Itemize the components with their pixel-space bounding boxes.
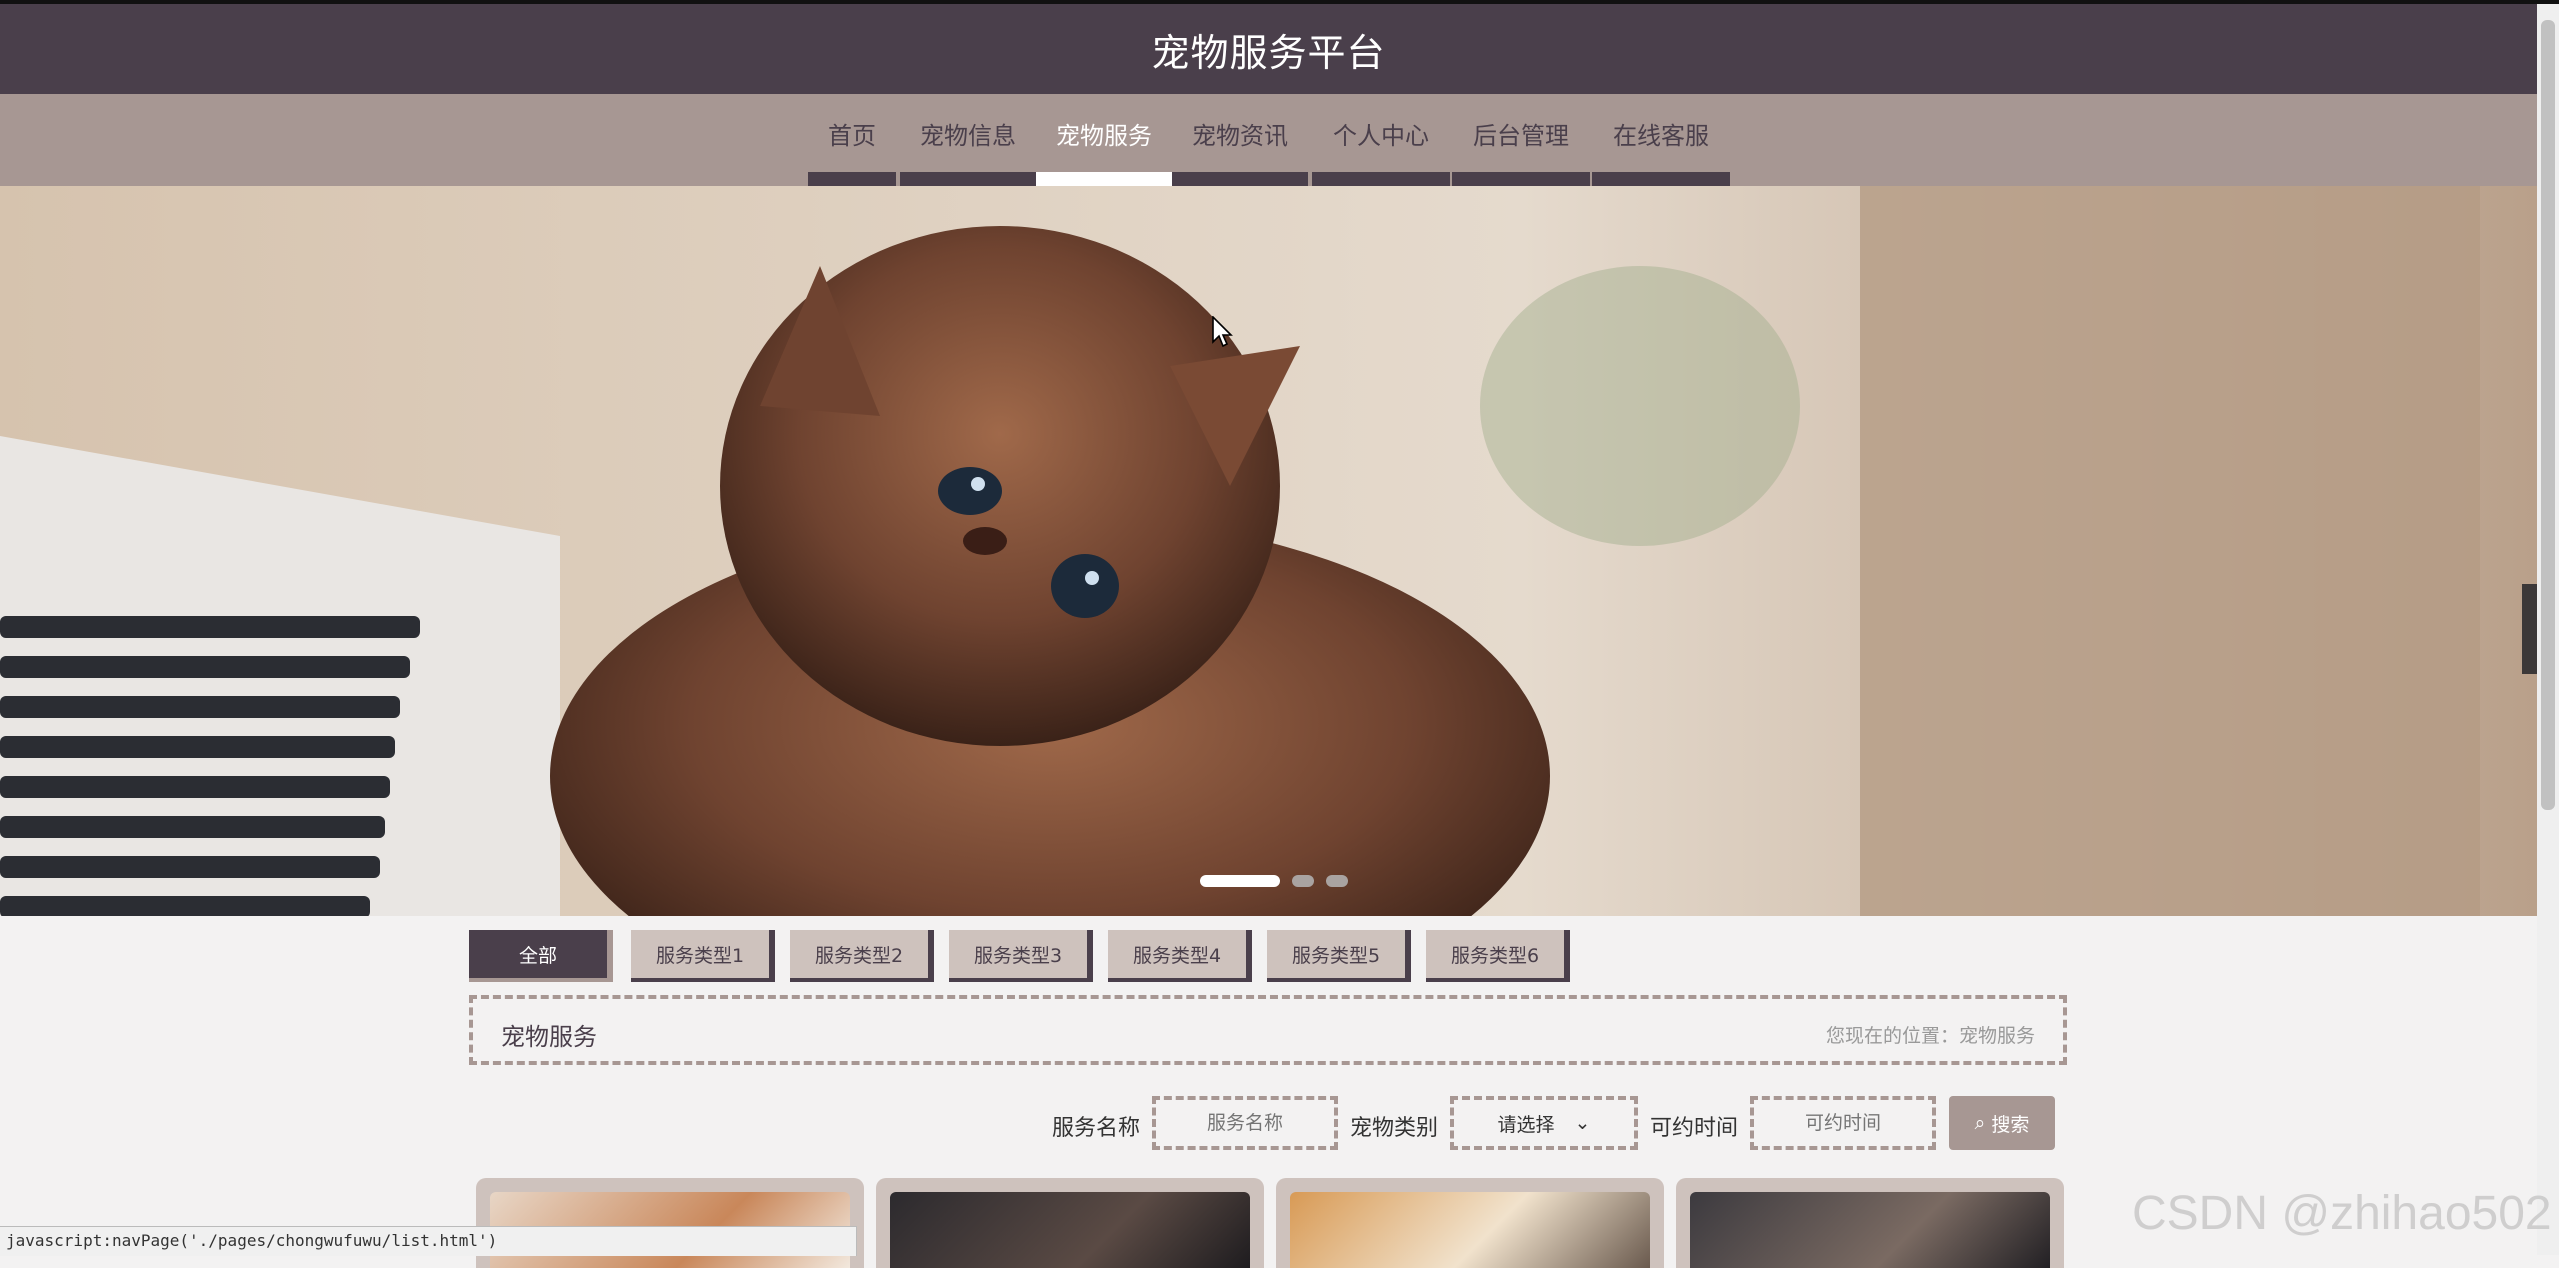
nav-underline (1036, 172, 1172, 186)
pet-category-label: 宠物类别 (1350, 1116, 1439, 1141)
tab-label: 服务类型5 (1291, 944, 1381, 967)
nav-item-pet-info[interactable]: 宠物信息 (900, 94, 1036, 186)
nav-label: 首页 (828, 122, 876, 150)
banner-carousel[interactable] (0, 186, 2537, 916)
service-name-label: 服务名称 (1052, 1116, 1141, 1141)
tab-service-type-1[interactable]: 服务类型1 (631, 930, 775, 982)
scrollbar-thumb[interactable] (2541, 20, 2555, 810)
carousel-indicators (1200, 875, 1348, 887)
search-button[interactable]: ⌕ 搜索 (1949, 1096, 2055, 1150)
nav-underline (900, 172, 1036, 186)
nav-item-pet-news[interactable]: 宠物资讯 (1172, 94, 1308, 186)
carousel-dot-2[interactable] (1292, 875, 1314, 887)
search-button-label: 搜索 (1991, 1113, 2030, 1136)
tab-service-type-3[interactable]: 服务类型3 (949, 930, 1093, 982)
tab-label: 服务类型6 (1450, 944, 1540, 967)
nav-label: 宠物资讯 (1192, 122, 1288, 150)
select-value: 请选择 (1497, 1113, 1555, 1136)
nav-underline (808, 172, 896, 186)
site-title: 宠物服务平台 (1151, 30, 1386, 75)
nav-item-personal-center[interactable]: 个人中心 (1312, 94, 1450, 186)
tab-service-type-4[interactable]: 服务类型4 (1108, 930, 1252, 982)
carousel-dot-3[interactable] (1326, 875, 1348, 887)
nav-underline (1592, 172, 1730, 186)
tab-service-type-5[interactable]: 服务类型5 (1267, 930, 1411, 982)
nav-label: 个人中心 (1333, 122, 1429, 150)
banner-kitten-image (0, 186, 2537, 916)
service-card-image (1290, 1192, 1650, 1268)
tab-label: 服务类型2 (814, 944, 904, 967)
mouse-cursor-icon (1212, 316, 1233, 348)
nav-label: 后台管理 (1473, 122, 1569, 150)
nav-label: 在线客服 (1613, 122, 1709, 150)
breadcrumb: 宠物服务 您现在的位置：宠物服务 (469, 995, 2067, 1065)
tab-service-type-2[interactable]: 服务类型2 (790, 930, 934, 982)
search-icon: ⌕ (1974, 1112, 1986, 1134)
tab-label: 服务类型1 (655, 944, 745, 967)
chevron-down-icon: ⌄ (1574, 1112, 1591, 1134)
status-bar-url: javascript:navPage('./pages/chongwufuwu/… (0, 1226, 857, 1256)
tab-label: 服务类型4 (1132, 944, 1222, 967)
watermark: CSDN @zhihao502 (2132, 1187, 2552, 1240)
carousel-dot-1[interactable] (1200, 875, 1280, 887)
tab-all[interactable]: 全部 (469, 930, 613, 982)
nav-item-home[interactable]: 首页 (808, 94, 896, 186)
pet-category-select[interactable]: 请选择 ⌄ (1450, 1096, 1638, 1150)
service-name-input[interactable] (1152, 1096, 1338, 1150)
nav-item-online-service[interactable]: 在线客服 (1592, 94, 1730, 186)
breadcrumb-location: 您现在的位置：宠物服务 (1825, 1025, 2035, 1047)
tab-label: 服务类型3 (973, 944, 1063, 967)
search-bar: 服务名称 宠物类别 请选择 ⌄ 可约时间 ⌕ 搜索 (0, 1096, 2559, 1150)
available-time-label: 可约时间 (1650, 1116, 1739, 1141)
nav-item-admin[interactable]: 后台管理 (1452, 94, 1590, 186)
service-card-image (1690, 1192, 2050, 1268)
nav-underline (1172, 172, 1308, 186)
main-nav: 首页 宠物信息 宠物服务 宠物资讯 个人中心 后台管理 在线客服 (0, 94, 2537, 186)
nav-underline (1312, 172, 1450, 186)
service-card-image (890, 1192, 1250, 1268)
nav-underline (1452, 172, 1590, 186)
nav-label: 宠物信息 (920, 122, 1016, 150)
nav-item-pet-service[interactable]: 宠物服务 (1036, 94, 1172, 186)
site-header: 宠物服务平台 (0, 4, 2537, 94)
nav-label: 宠物服务 (1056, 122, 1152, 150)
tab-label: 全部 (518, 944, 557, 967)
available-time-input[interactable] (1750, 1096, 1936, 1150)
page-title: 宠物服务 (501, 1023, 597, 1051)
tab-service-type-6[interactable]: 服务类型6 (1426, 930, 1570, 982)
